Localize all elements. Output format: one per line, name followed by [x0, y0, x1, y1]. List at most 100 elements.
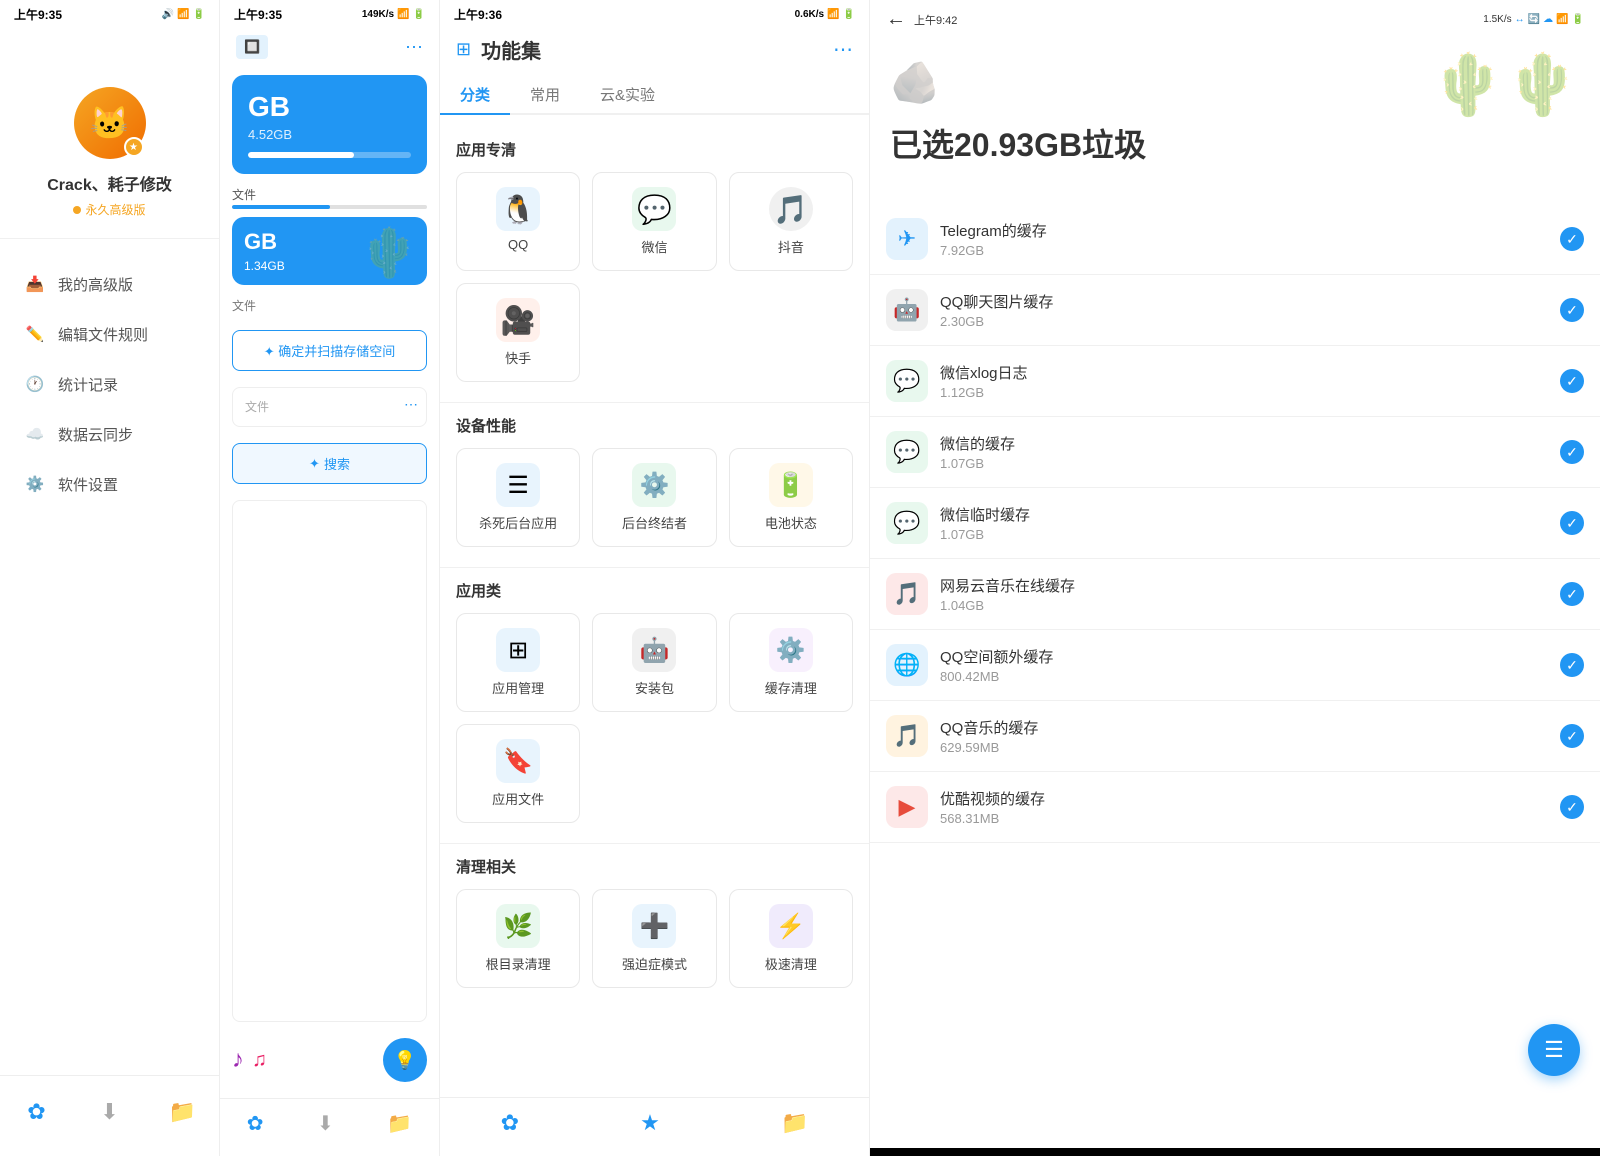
divider3: [440, 843, 869, 844]
p2-nav-folder-icon[interactable]: 📁: [387, 1111, 412, 1136]
qqzone-icon: 🌐: [886, 644, 928, 686]
panel4-junk: ← 上午9:42 1.5K/s ↔ 🔄 ☁ 📶🔋 🌵🌵 🪨 已选20.93GB垃…: [870, 0, 1600, 1156]
junk-items-list: ✈ Telegram的缓存 7.92GB ✓ 🤖 QQ聊天图片缓存 2.30GB…: [870, 196, 1600, 1148]
kill-bg-icon: ☰: [496, 463, 540, 507]
premium-icon: 📥: [24, 273, 46, 295]
storage-card-main: GB 4.52GB: [232, 75, 427, 174]
junk-item-qqzone[interactable]: 🌐 QQ空间额外缓存 800.42MB ✓: [870, 630, 1600, 701]
file-label1: 文件: [232, 186, 427, 203]
qqmusic-check[interactable]: ✓: [1560, 724, 1584, 748]
kill-bg-label: 杀死后台应用: [479, 513, 557, 532]
p4-status-left: ← 上午9:42: [886, 8, 957, 31]
search-button[interactable]: ✦ 搜索: [232, 443, 427, 484]
panel3-more-icon[interactable]: ⋯: [833, 37, 853, 62]
file-more-icon[interactable]: ⋯: [404, 396, 418, 413]
feature-ocd-mode[interactable]: ➕ 强迫症模式: [592, 889, 716, 988]
junk-item-netease[interactable]: 🎵 网易云音乐在线缓存 1.04GB ✓: [870, 559, 1600, 630]
wechat-cache-name: 微信的缓存: [940, 433, 1548, 454]
ocd-label: 强迫症模式: [622, 954, 687, 973]
p4-cloud-icon[interactable]: ☁: [1543, 14, 1553, 25]
youku-check[interactable]: ✓: [1560, 795, 1584, 819]
tab-category[interactable]: 分类: [440, 76, 510, 115]
fab-clean-button[interactable]: ☰: [1528, 1024, 1580, 1076]
qq-chat-check[interactable]: ✓: [1560, 298, 1584, 322]
wechat-cache-size: 1.07GB: [940, 456, 1548, 471]
junk-info-qq-chat: QQ聊天图片缓存 2.30GB: [940, 291, 1548, 329]
panel3-status-icons: 0.6K/s📶🔋: [795, 9, 855, 20]
panel3-title: 功能集: [481, 35, 823, 64]
feature-app-files[interactable]: 🔖 应用文件: [456, 724, 580, 823]
rules-icon: ✏️: [24, 323, 46, 345]
junk-item-youku[interactable]: ▶ 优酷视频的缓存 568.31MB ✓: [870, 772, 1600, 843]
qq-icon: 🐧: [496, 187, 540, 231]
junk-item-wechat-temp[interactable]: 💬 微信临时缓存 1.07GB ✓: [870, 488, 1600, 559]
wechat-temp-size: 1.07GB: [940, 527, 1548, 542]
feature-douyin[interactable]: 🎵 抖音: [729, 172, 853, 271]
wechat-temp-check[interactable]: ✓: [1560, 511, 1584, 535]
fast-clean-label: 极速清理: [765, 954, 817, 973]
telegram-check[interactable]: ✓: [1560, 227, 1584, 251]
qqzone-check[interactable]: ✓: [1560, 653, 1584, 677]
feature-wechat[interactable]: 💬 微信: [592, 172, 716, 271]
qqmusic-icon: 🎵: [886, 715, 928, 757]
feature-root-clean[interactable]: 🌿 根目录清理: [456, 889, 580, 988]
junk-item-qqmusic[interactable]: 🎵 QQ音乐的缓存 629.59MB ✓: [870, 701, 1600, 772]
more-menu-icon[interactable]: ⋯: [405, 37, 423, 58]
junk-info-telegram: Telegram的缓存 7.92GB: [940, 220, 1548, 258]
feature-battery[interactable]: 🔋 电池状态: [729, 448, 853, 547]
p4-back-icon[interactable]: ←: [886, 8, 906, 31]
junk-item-wechat-xlog[interactable]: 💬 微信xlog日志 1.12GB ✓: [870, 346, 1600, 417]
sidebar-item-cloud[interactable]: ☁️ 数据云同步: [0, 409, 219, 459]
p3-nav-home-icon[interactable]: ✿: [501, 1110, 519, 1136]
nav-download-icon[interactable]: ⬇: [90, 1092, 130, 1132]
feature-bg-terminator[interactable]: ⚙️ 后台终结者: [592, 448, 716, 547]
p3-nav-feature-icon[interactable]: ★: [640, 1110, 660, 1136]
wechat-icon: 💬: [632, 187, 676, 231]
sidebar-item-stats[interactable]: 🕐 统计记录: [0, 359, 219, 409]
p4-switch-icon[interactable]: ↔: [1515, 14, 1525, 25]
scan-btn-label: 确定并扫描存储空间: [278, 344, 395, 359]
p4-refresh-icon[interactable]: 🔄: [1528, 14, 1540, 25]
scan-storage-button[interactable]: ✦ 确定并扫描存储空间: [232, 330, 427, 371]
battery-icon: 🔋: [769, 463, 813, 507]
netease-check[interactable]: ✓: [1560, 582, 1584, 606]
qq-label: QQ: [508, 237, 528, 252]
p3-nav-folder-icon[interactable]: 📁: [781, 1110, 808, 1136]
cloud-icon: ☁️: [24, 423, 46, 445]
feature-kuaishou[interactable]: 🎥 快手: [456, 283, 580, 382]
carousel-tab[interactable]: 🔲: [236, 35, 268, 59]
junk-item-qq-chat[interactable]: 🤖 QQ聊天图片缓存 2.30GB ✓: [870, 275, 1600, 346]
feature-kill-bg[interactable]: ☰ 杀死后台应用: [456, 448, 580, 547]
junk-item-telegram[interactable]: ✈ Telegram的缓存 7.92GB ✓: [870, 204, 1600, 275]
qqzone-name: QQ空间额外缓存: [940, 646, 1548, 667]
music-note2-icon: ♫: [252, 1049, 267, 1072]
wechat-cache-check[interactable]: ✓: [1560, 440, 1584, 464]
nav-folder-icon[interactable]: 📁: [163, 1092, 203, 1132]
feature-apk[interactable]: 🤖 安装包: [592, 613, 716, 712]
junk-item-wechat-cache[interactable]: 💬 微信的缓存 1.07GB ✓: [870, 417, 1600, 488]
youku-size: 568.31MB: [940, 811, 1548, 826]
panel2-tabs: 🔲: [236, 35, 268, 59]
feature-app-mgr[interactable]: ⊞ 应用管理: [456, 613, 580, 712]
feature-cache-clean[interactable]: ⚙️ 缓存清理: [729, 613, 853, 712]
app-mgr-label: 应用管理: [492, 678, 544, 697]
tab-common[interactable]: 常用: [510, 76, 580, 115]
bg-terminator-icon: ⚙️: [632, 463, 676, 507]
p2-nav-download-icon[interactable]: ⬇: [317, 1111, 334, 1136]
stats-label: 统计记录: [58, 374, 118, 395]
sidebar-item-premium[interactable]: 📥 我的高级版: [0, 259, 219, 309]
wechat-xlog-check[interactable]: ✓: [1560, 369, 1584, 393]
p2-nav-home-icon[interactable]: ✿: [247, 1111, 264, 1136]
tab-cloud[interactable]: 云&实验: [580, 76, 675, 115]
device-grid: ☰ 杀死后台应用 ⚙️ 后台终结者 🔋 电池状态: [440, 448, 869, 563]
sidebar-item-rules[interactable]: ✏️ 编辑文件规则: [0, 309, 219, 359]
kuaishou-icon: 🎥: [496, 298, 540, 342]
nav-home-icon[interactable]: ✿: [17, 1092, 57, 1132]
sidebar-item-settings[interactable]: ⚙️ 软件设置: [0, 459, 219, 509]
feature-fast-clean[interactable]: ⚡ 极速清理: [729, 889, 853, 988]
panel1-header: 🐱 ★ Crack、耗子修改 永久高级版: [0, 27, 219, 239]
feature-qq[interactable]: 🐧 QQ: [456, 172, 580, 271]
qqzone-size: 800.42MB: [940, 669, 1548, 684]
play-button[interactable]: 💡: [383, 1038, 427, 1082]
music-note1-icon: ♪: [232, 1046, 244, 1074]
